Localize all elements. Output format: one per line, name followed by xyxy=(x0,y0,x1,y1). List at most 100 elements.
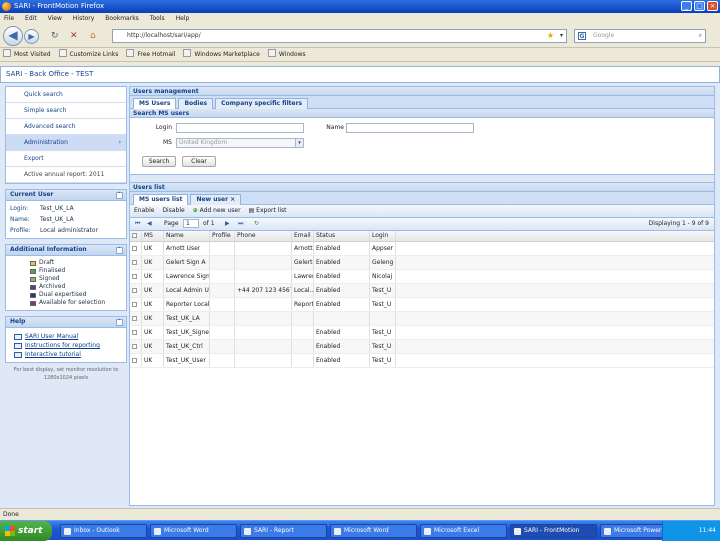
sidebar-item-administration[interactable]: Administration › xyxy=(6,135,126,151)
users-list-header: Users list xyxy=(130,183,714,192)
table-row[interactable]: UK Local Admin UK +44 207 123 4567 Local...… xyxy=(130,284,714,298)
table-row[interactable]: UK Test_UK_LA xyxy=(130,312,714,326)
login-input[interactable] xyxy=(176,123,304,133)
current-user-panel: Current User ˄ Login: Test_UK_LA Name: Test… xyxy=(5,189,127,239)
minimize-button[interactable]: _ xyxy=(681,1,692,11)
ms-select[interactable]: United Kingdom ▾ xyxy=(176,138,304,148)
export-list-button[interactable]: ▤ Export list xyxy=(249,205,287,217)
enable-button[interactable]: Enable xyxy=(134,205,154,217)
row-checkbox[interactable] xyxy=(130,270,142,283)
name-input[interactable] xyxy=(346,123,474,133)
start-button[interactable]: start xyxy=(0,521,52,541)
menu-help[interactable]: Help xyxy=(176,13,190,24)
login-value: Test_UK_LA xyxy=(40,205,74,212)
menu-file[interactable]: File xyxy=(4,13,14,24)
column-header[interactable]: Name xyxy=(164,231,210,241)
collapse-icon[interactable]: ˄ xyxy=(116,192,123,199)
row-checkbox[interactable] xyxy=(130,298,142,311)
menu-history[interactable]: History xyxy=(73,13,94,24)
add-user-button[interactable]: ⊕ Add new user xyxy=(193,205,241,217)
page-input[interactable]: 1 xyxy=(183,219,199,228)
table-row[interactable]: UKReporter Local A Reporter...EnabledTest… xyxy=(130,298,714,312)
legend-swatch xyxy=(30,292,36,298)
menu-bookmarks[interactable]: Bookmarks xyxy=(105,13,139,24)
clear-button[interactable]: Clear xyxy=(182,156,216,167)
taskbar-item[interactable]: Microsoft Word xyxy=(330,524,417,538)
column-header[interactable]: MS xyxy=(142,231,164,241)
taskbar-item[interactable]: SARI - FrontMotion xyxy=(510,524,597,538)
bookmark-customize-links[interactable]: Customize Links xyxy=(59,48,119,61)
taskbar-item[interactable]: Microsoft Excel xyxy=(420,524,507,538)
collapse-icon[interactable]: ˄ xyxy=(116,319,123,326)
bookmark-free-hotmail[interactable]: Free Hotmail xyxy=(126,48,175,61)
row-checkbox[interactable] xyxy=(130,256,142,269)
column-header[interactable]: Phone xyxy=(235,231,292,241)
row-checkbox[interactable] xyxy=(130,284,142,297)
reload-icon[interactable]: ↻ xyxy=(51,32,59,41)
first-page-icon[interactable]: ⏮ xyxy=(135,218,140,230)
refresh-icon[interactable]: ↻ xyxy=(254,218,259,230)
back-button[interactable]: ◀ xyxy=(3,26,23,46)
table-row[interactable]: UKArnott User Arnott...EnabledAppser xyxy=(130,242,714,256)
column-header[interactable]: Profile xyxy=(210,231,235,241)
search-icon[interactable]: ⌕ xyxy=(699,30,702,42)
menu-view[interactable]: View xyxy=(48,13,62,24)
search-button[interactable]: Search xyxy=(142,156,176,167)
legend-label: Available for selection xyxy=(39,299,106,306)
sidebar-item-simple-search[interactable]: Simple search xyxy=(6,103,126,119)
taskbar-item[interactable]: Inbox - Outlook xyxy=(60,524,147,538)
next-page-icon[interactable]: ▶ xyxy=(225,218,230,230)
help-link-instructions[interactable]: Instructions for reporting xyxy=(10,341,126,350)
home-icon[interactable]: ⌂ xyxy=(90,32,96,41)
help-link-tutorial[interactable]: Interactive tutorial xyxy=(10,350,126,359)
sidebar-item-advanced-search[interactable]: Advanced search xyxy=(6,119,126,135)
tab-ms-users-list[interactable]: MS users list xyxy=(133,194,189,205)
bookmark-star-icon[interactable]: ★ xyxy=(547,30,554,42)
column-header[interactable]: Status xyxy=(314,231,370,241)
row-checkbox[interactable] xyxy=(130,326,142,339)
menu-tools[interactable]: Tools xyxy=(150,13,165,24)
table-row[interactable]: UK Test_UK_Signex Enabled Test_U xyxy=(130,326,714,340)
bookmark-most-visited[interactable]: Most Visited xyxy=(3,48,51,61)
maximize-button[interactable]: □ xyxy=(694,1,705,11)
prev-page-icon[interactable]: ◀ xyxy=(147,218,152,230)
collapse-icon[interactable]: ˄ xyxy=(116,247,123,254)
tab-company-filters[interactable]: Company specific filters xyxy=(215,98,309,109)
disable-button[interactable]: Disable xyxy=(162,205,184,217)
tab-new-user[interactable]: New user × xyxy=(190,194,242,205)
column-header[interactable]: Email xyxy=(292,231,314,241)
url-dropdown-icon[interactable]: ▾ xyxy=(560,30,563,42)
bookmark-windows[interactable]: Windows xyxy=(268,48,306,61)
close-button[interactable]: × xyxy=(707,1,718,11)
column-header[interactable]: Login xyxy=(370,231,396,241)
select-all-checkbox[interactable] xyxy=(130,231,142,241)
tab-ms-users[interactable]: MS Users xyxy=(133,98,177,109)
close-icon[interactable]: × xyxy=(230,196,235,203)
last-page-icon[interactable]: ⏭ xyxy=(238,218,243,230)
row-checkbox[interactable] xyxy=(130,354,142,367)
table-cell: UK xyxy=(142,298,164,311)
name-label: Name xyxy=(326,124,344,131)
table-row[interactable]: UK Test_UK_Ctrl Enabled Test_U xyxy=(130,340,714,354)
table-row[interactable]: UKLawrence Sign EX Lawrence...EnabledNico… xyxy=(130,270,714,284)
bookmark-windows-marketplace[interactable]: Windows Marketplace xyxy=(183,48,259,61)
search-bar[interactable]: G Google ⌕ xyxy=(574,29,706,43)
menu-edit[interactable]: Edit xyxy=(25,13,37,24)
table-row[interactable]: UK Test_UK_User Enabled Test_U xyxy=(130,354,714,368)
row-checkbox[interactable] xyxy=(130,312,142,325)
table-row[interactable]: UKGelert Sign A Gelert...EnabledGeleng xyxy=(130,256,714,270)
app-header: SARI - Back Office - TEST xyxy=(0,66,720,83)
sidebar-item-export[interactable]: Export xyxy=(6,151,126,167)
taskbar-item[interactable]: Microsoft Word xyxy=(150,524,237,538)
url-bar[interactable]: http://localhost/sari/app/ ★ ▾ xyxy=(112,29,567,43)
help-link-label: SARI User Manual xyxy=(25,333,79,340)
forward-button[interactable]: ▶ xyxy=(24,29,39,44)
help-link-user-manual[interactable]: SARI User Manual xyxy=(10,332,126,341)
taskbar-item[interactable]: SARI - Report xyxy=(240,524,327,538)
sidebar-item-quick-search[interactable]: Quick search xyxy=(6,87,126,103)
sidebar-item-label: Simple search xyxy=(24,107,67,114)
stop-icon[interactable]: ✕ xyxy=(70,32,78,41)
row-checkbox[interactable] xyxy=(130,242,142,255)
tab-bodies[interactable]: Bodies xyxy=(178,98,214,109)
row-checkbox[interactable] xyxy=(130,340,142,353)
